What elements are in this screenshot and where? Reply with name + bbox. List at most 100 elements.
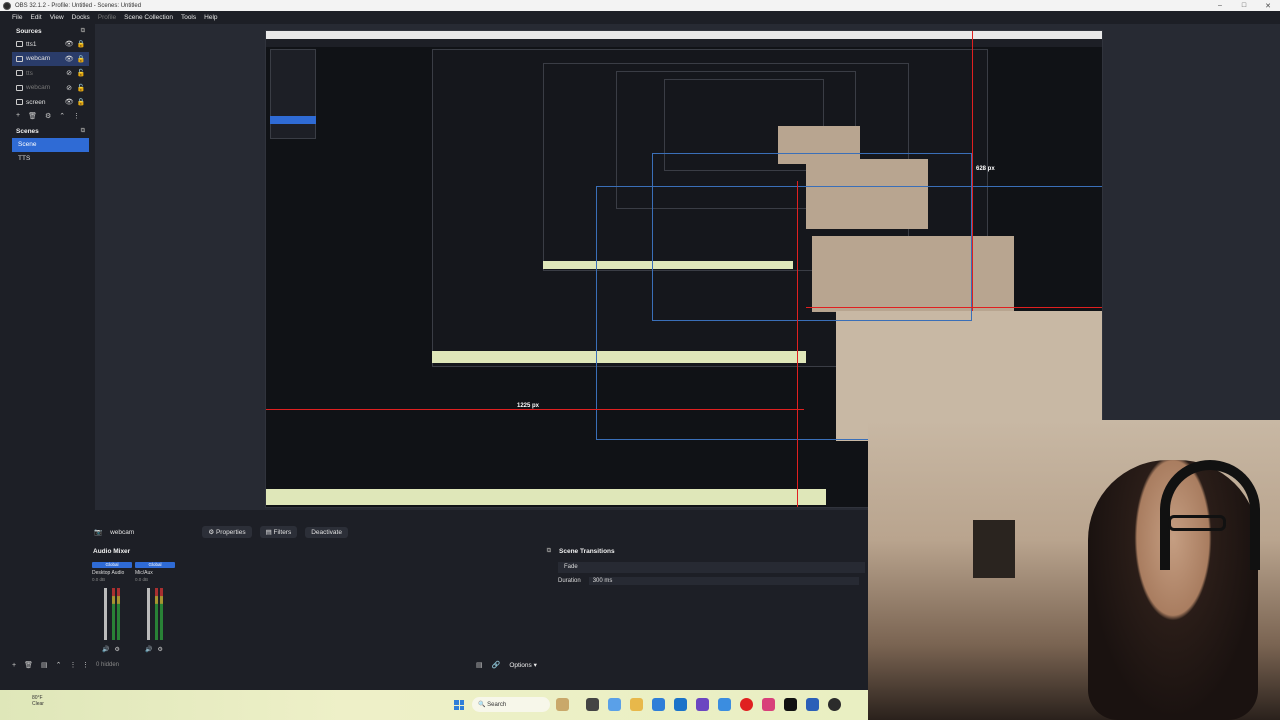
app-icon-purple[interactable]: [696, 698, 709, 711]
channel-name[interactable]: Mic/Aux: [135, 570, 175, 576]
channel-name[interactable]: Desktop Audio: [92, 570, 132, 576]
volume-fader[interactable]: [104, 588, 107, 640]
maximize-button[interactable]: □: [1232, 0, 1256, 11]
minimize-button[interactable]: –: [1208, 0, 1232, 11]
filters-button[interactable]: ▤ Filters: [259, 526, 298, 538]
options-button[interactable]: Options ▾: [509, 661, 536, 669]
remove-scene-icon[interactable]: 🗑: [24, 661, 33, 669]
dock-float-icon[interactable]: ⧉: [547, 548, 551, 555]
source-name: webcam: [26, 55, 51, 63]
unlock-icon[interactable]: 🔓: [77, 84, 86, 92]
measure-line-vertical-2: [797, 181, 798, 507]
windows-start-icon[interactable]: [454, 700, 464, 710]
move-up-icon[interactable]: ⌃: [59, 112, 65, 120]
scene-item[interactable]: Scene: [12, 137, 89, 152]
remove-source-icon[interactable]: 🗑: [28, 112, 37, 120]
lock-icon[interactable]: 🔒: [77, 40, 86, 48]
search-label: Search: [487, 701, 507, 708]
eye-off-icon[interactable]: ⊘: [65, 69, 73, 77]
instagram-icon[interactable]: [762, 698, 775, 711]
store-icon[interactable]: [674, 698, 687, 711]
add-source-icon[interactable]: +: [16, 112, 20, 119]
obs-window: OBS 32.1.2 - Profile: Untitled - Scenes:…: [0, 0, 1280, 720]
scene-filter-icon[interactable]: ▤: [41, 661, 48, 669]
task-view-icon[interactable]: [586, 698, 599, 711]
filters-label: Filters: [273, 528, 292, 536]
deactivate-button[interactable]: Deactivate: [305, 526, 348, 538]
sources-list: tts1 👁 🔒 webcam 👁 🔒 tts ⊘ 🔓 webcam ⊘ 🔓 screen 👁 🔒: [12, 37, 89, 110]
eye-icon[interactable]: 👁: [65, 55, 74, 63]
speaker-icon[interactable]: 🔊: [145, 646, 152, 653]
menu-bar: File Edit View Docks Profile Scene Colle…: [0, 11, 1280, 24]
settings-icon[interactable]: ⚙: [114, 646, 119, 653]
source-item[interactable]: webcam 👁 🔒: [12, 51, 89, 66]
duration-label: Duration: [558, 578, 581, 584]
source-controls-bar: 📷 webcam ⚙ Properties ▤ Filters Deactiva…: [90, 525, 868, 539]
source-item[interactable]: webcam ⊘ 🔓: [12, 81, 89, 96]
obs-taskbar-icon[interactable]: [828, 698, 841, 711]
move-up-icon[interactable]: ⌃: [56, 661, 62, 669]
menu-help[interactable]: Help: [204, 14, 217, 21]
source-type-icon: [16, 99, 23, 106]
transition-select[interactable]: Fade: [558, 562, 865, 573]
word-icon[interactable]: [806, 698, 819, 711]
settings-icon[interactable]: ⚙: [157, 646, 162, 653]
eye-off-icon[interactable]: ⊘: [65, 84, 73, 92]
scene-transitions-title: Scene Transitions: [559, 548, 615, 555]
channel-desktop-audio: Global Desktop Audio 0.0 dB 🔊 ⚙: [92, 562, 132, 657]
menu-profile[interactable]: Profile: [98, 14, 116, 21]
channel-mic-aux: Global Mic/Aux 0.0 dB 🔊 ⚙: [135, 562, 175, 657]
menu-scene-collection[interactable]: Scene Collection: [124, 14, 173, 21]
file-explorer-icon[interactable]: [630, 698, 643, 711]
chevron-down-icon: ▾: [533, 662, 537, 669]
layout-icon[interactable]: ▤: [476, 661, 483, 669]
lock-icon[interactable]: 🔒: [77, 98, 86, 106]
measure-line-horizontal-2: [806, 307, 1102, 308]
widgets-icon[interactable]: [556, 698, 569, 711]
edge-icon[interactable]: [652, 698, 665, 711]
eye-icon[interactable]: 👁: [65, 40, 74, 48]
source-settings-icon[interactable]: ⚙: [45, 112, 51, 120]
more-vertical-icon[interactable]: ⋮: [82, 661, 89, 669]
channel-scope: Global: [135, 562, 175, 568]
selection-box-2: [652, 153, 972, 321]
channel-icons: 🔊 ⚙: [102, 646, 120, 653]
menu-file[interactable]: File: [12, 14, 22, 21]
properties-button[interactable]: ⚙ Properties: [202, 526, 252, 538]
audio-mixer-title: Audio Mixer: [93, 548, 131, 555]
menu-edit[interactable]: Edit: [30, 14, 41, 21]
close-button[interactable]: ✕: [1256, 0, 1280, 11]
add-scene-icon[interactable]: +: [12, 662, 16, 669]
menu-view[interactable]: View: [50, 14, 64, 21]
youtube-icon[interactable]: [740, 698, 753, 711]
source-item[interactable]: tts ⊘ 🔓: [12, 66, 89, 81]
dock-float-icon[interactable]: ⧉: [81, 28, 85, 35]
menu-tools[interactable]: Tools: [181, 14, 196, 21]
more-icon[interactable]: ⋮: [69, 661, 76, 669]
more-icon[interactable]: ⋮: [73, 112, 80, 120]
scenes-dock-header: Scenes ⧉: [12, 126, 89, 138]
eye-icon[interactable]: 👁: [65, 98, 74, 106]
link-icon[interactable]: 🔗: [492, 661, 501, 669]
captured-scene-selected: [270, 116, 316, 124]
speaker-icon[interactable]: 🔊: [102, 646, 109, 653]
wall-frame: [973, 520, 1015, 578]
source-item[interactable]: tts1 👁 🔒: [12, 37, 89, 52]
tiktok-icon[interactable]: [784, 698, 797, 711]
captured-menubar: [266, 39, 1102, 47]
duration-input[interactable]: 300 ms: [588, 577, 859, 585]
scenes-title: Scenes: [16, 128, 39, 135]
scene-item[interactable]: TTS: [12, 152, 89, 166]
source-item[interactable]: screen 👁 🔒: [12, 95, 89, 110]
volume-fader[interactable]: [147, 588, 150, 640]
volume-meter-left: [112, 588, 115, 640]
unlock-icon[interactable]: 🔓: [77, 69, 86, 77]
app-icon-blue[interactable]: [718, 698, 731, 711]
lock-icon[interactable]: 🔒: [77, 55, 86, 63]
dock-float-icon[interactable]: ⧉: [81, 128, 85, 135]
taskbar-search[interactable]: 🔍 Search: [472, 697, 550, 712]
captured-sources-panel: [270, 49, 316, 139]
weather-widget[interactable]: 80°F Clear: [32, 695, 44, 707]
copilot-icon[interactable]: [608, 698, 621, 711]
menu-docks[interactable]: Docks: [72, 14, 90, 21]
